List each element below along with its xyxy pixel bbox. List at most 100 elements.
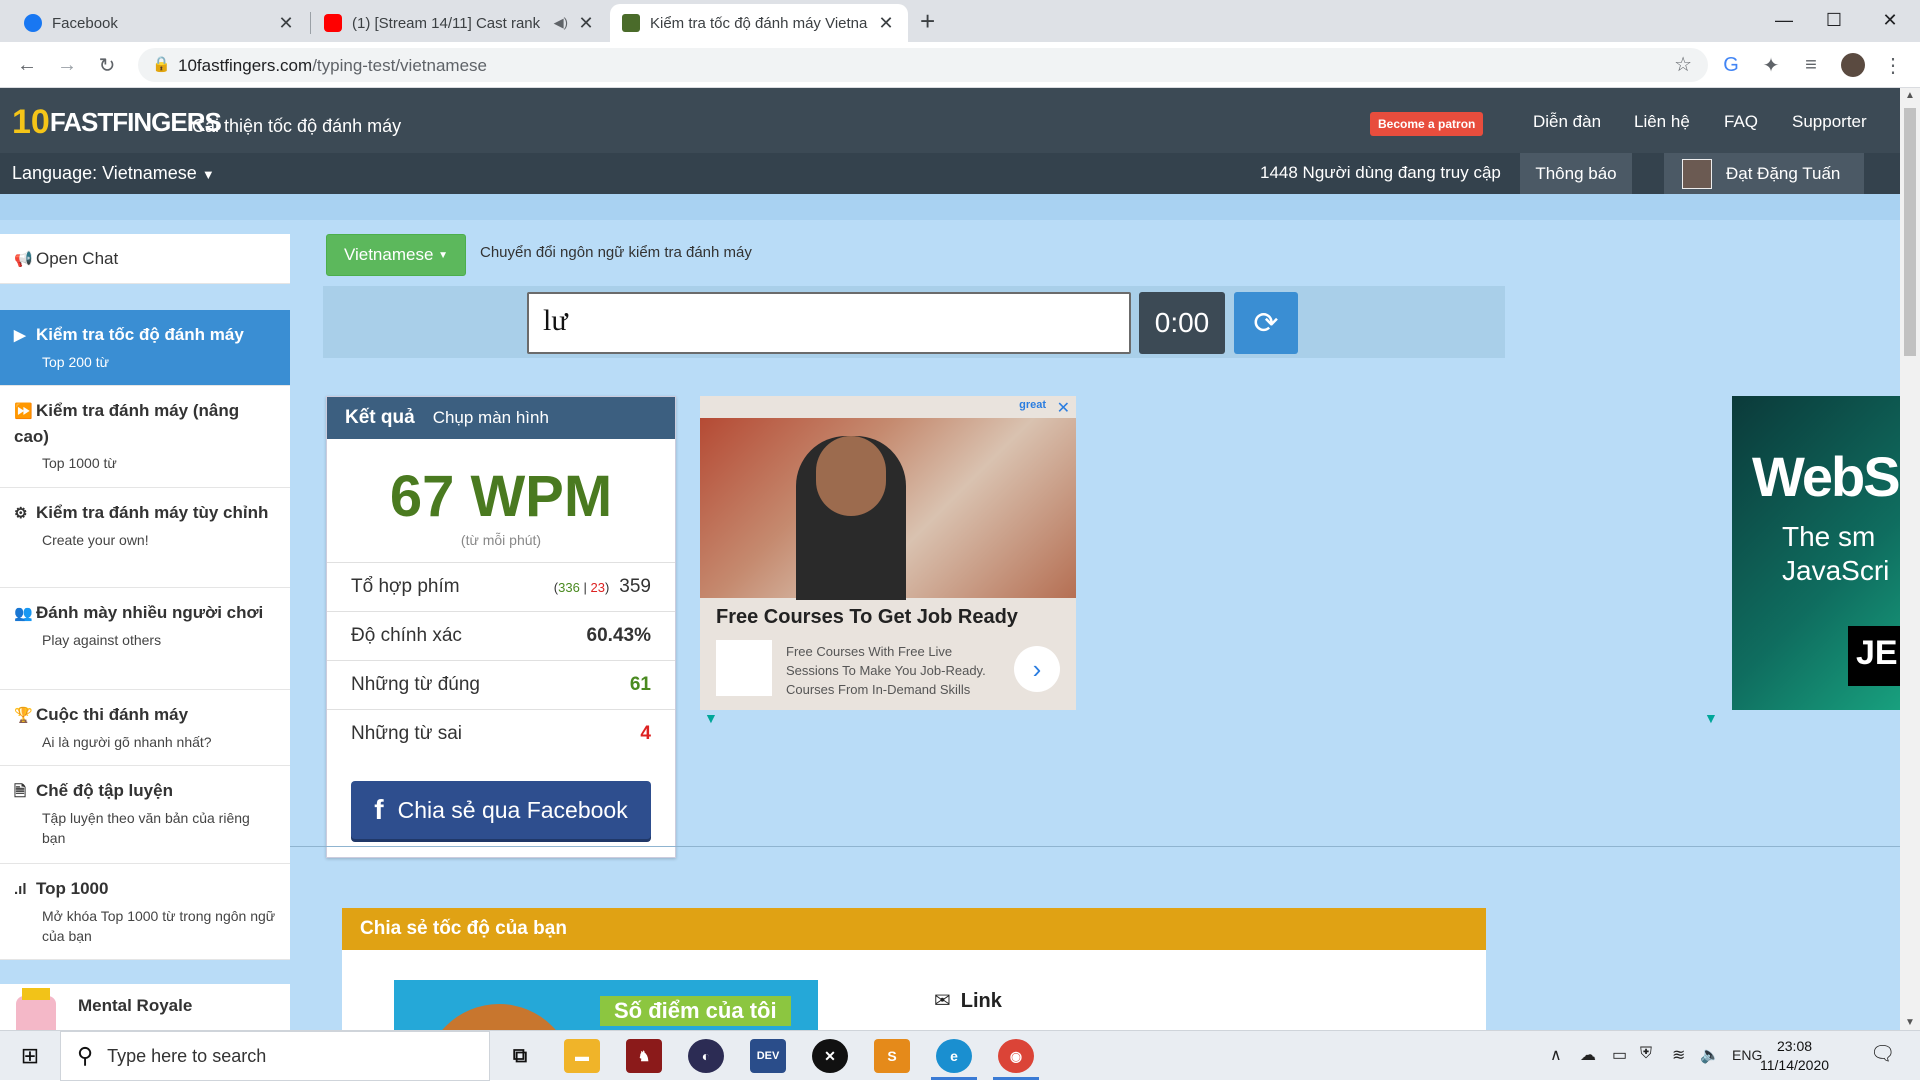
speaker-icon[interactable]: ◀) bbox=[554, 15, 568, 31]
input-language[interactable]: ENG bbox=[1732, 1047, 1762, 1063]
address-bar[interactable]: 🔒 10fastfingers.com/typing-test/vietname… bbox=[138, 48, 1708, 82]
share-link[interactable]: ✉ Link bbox=[934, 988, 1002, 1013]
accuracy-row: Độ chính xác 60.43% bbox=[327, 611, 675, 660]
chrome-icon[interactable]: ◉ bbox=[998, 1039, 1034, 1073]
avatar bbox=[1682, 158, 1712, 189]
edge-icon[interactable]: e bbox=[936, 1039, 972, 1073]
reload-icon[interactable]: ↻ bbox=[92, 50, 122, 80]
forward-icon[interactable]: → bbox=[52, 50, 82, 80]
scroll-up-icon[interactable]: ▲ bbox=[1905, 90, 1915, 101]
adchoices-icon[interactable]: ▼ bbox=[1704, 710, 1718, 726]
language-hint: Chuyển đổi ngôn ngữ kiểm tra đánh máy bbox=[480, 244, 752, 261]
results-panel: Kết quả Chụp màn hình 67 WPM (từ mỗi phú… bbox=[326, 396, 676, 858]
nav-contact[interactable]: Liên hệ bbox=[1634, 112, 1690, 132]
lock-icon[interactable]: 🔒 bbox=[152, 55, 171, 73]
taskbar-search[interactable]: ⚲ Type here to search bbox=[60, 1031, 490, 1081]
results-header: Kết quả Chụp màn hình bbox=[327, 397, 675, 439]
typing-input[interactable]: lư bbox=[527, 292, 1131, 354]
nav-supporter[interactable]: Supporter bbox=[1792, 112, 1867, 132]
chrome-menu-icon[interactable]: ⋮ bbox=[1878, 50, 1908, 80]
url-path: /typing-test/vietnamese bbox=[312, 56, 487, 75]
adchoices-icon[interactable]: ▼ bbox=[704, 710, 718, 726]
tab-youtube[interactable]: (1) [Stream 14/11] Cast rank ◀) ✕ bbox=[312, 4, 608, 42]
show-hidden-icons[interactable]: ∧ bbox=[1550, 1045, 1562, 1065]
header-stripe bbox=[0, 194, 1900, 220]
media-control-icon[interactable]: ≡ bbox=[1796, 50, 1826, 80]
language-selector[interactable]: Language: Vietnamese ▼ bbox=[12, 163, 215, 184]
app-icon-red[interactable]: ♞ bbox=[626, 1039, 662, 1073]
window-close-button[interactable]: ✕ bbox=[1862, 0, 1918, 40]
screenshot-tab[interactable]: Chụp màn hình bbox=[433, 408, 549, 428]
notifications-button[interactable]: Thông báo bbox=[1520, 153, 1632, 194]
notification-center-icon[interactable]: 🗨 bbox=[1870, 1041, 1895, 1066]
security-icon[interactable]: ⛨ bbox=[1640, 1045, 1652, 1063]
sidebar-item-advanced-test[interactable]: ⏩ Kiểm tra đánh máy (nâng cao) Top 1000 t… bbox=[0, 386, 290, 488]
scroll-down-icon[interactable]: ▼ bbox=[1905, 1017, 1915, 1028]
sidebar-item-practice[interactable]: 🗎 Chế độ tập luyện Tập luyện theo văn bản… bbox=[0, 766, 290, 864]
sidebar-item-multiplayer[interactable]: 👥 Đánh mày nhiều người chơi Play against … bbox=[0, 588, 290, 690]
caret-down-icon: ▼ bbox=[438, 249, 449, 261]
crown-character-icon bbox=[16, 988, 56, 1030]
share-facebook-button[interactable]: f Chia sẻ qua Facebook bbox=[351, 781, 651, 839]
close-icon[interactable]: ✕ bbox=[576, 13, 596, 34]
youtube-icon bbox=[324, 14, 342, 32]
battery-icon[interactable]: ▭ bbox=[1612, 1045, 1627, 1065]
eclipse-icon[interactable]: ◐ bbox=[688, 1039, 724, 1073]
bookmark-star-icon[interactable]: ☆ bbox=[1674, 52, 1692, 77]
nav-forum[interactable]: Diễn đàn bbox=[1533, 112, 1601, 132]
volume-icon[interactable]: 🔈 bbox=[1700, 1045, 1720, 1065]
windows-start-button[interactable]: ⊞ bbox=[0, 1031, 60, 1081]
results-tab[interactable]: Kết quả bbox=[345, 407, 415, 429]
language-dropdown-button[interactable]: Vietnamese ▼ bbox=[326, 234, 466, 276]
scrollbar-thumb[interactable] bbox=[1904, 108, 1916, 356]
banner-character bbox=[424, 1004, 574, 1030]
refresh-icon: ⟳ bbox=[1253, 306, 1279, 340]
advertisement-webstorm[interactable]: WebS The sm JavaScri JE bbox=[1732, 396, 1900, 710]
minimize-button[interactable]: — bbox=[1756, 0, 1812, 40]
tab-10fastfingers[interactable]: Kiểm tra tốc độ đánh máy Vietna ✕ bbox=[610, 4, 908, 42]
wpm-subtitle: (từ mỗi phút) bbox=[460, 532, 542, 548]
user-menu[interactable]: Đạt Đặng Tuấn bbox=[1664, 153, 1864, 194]
reset-button[interactable]: ⟳ bbox=[1234, 292, 1298, 354]
sidebar-item-custom-test[interactable]: ⚙ Kiểm tra đánh máy tùy chỉnh Create your… bbox=[0, 488, 290, 588]
sidebar-item-typing-test[interactable]: ▶ Kiểm tra tốc độ đánh máy Top 200 từ bbox=[0, 310, 290, 386]
open-chat-button[interactable]: 📢 Open Chat bbox=[0, 234, 290, 284]
page-scrollbar[interactable]: ▲ ▼ bbox=[1900, 88, 1920, 1030]
share-speed-panel: Chia sẻ tốc độ của bạn Số điểm của tôi ✉… bbox=[342, 908, 1486, 1030]
nav-faq[interactable]: FAQ bbox=[1724, 112, 1758, 132]
sidebar-item-top1000[interactable]: .ıl Top 1000 Mở khóa Top 1000 từ trong ng… bbox=[0, 864, 290, 960]
sublime-icon[interactable]: S bbox=[874, 1039, 910, 1073]
profile-avatar-icon[interactable] bbox=[1838, 50, 1868, 80]
search-icon: ⚲ bbox=[77, 1043, 94, 1068]
keystrokes-total: 359 bbox=[619, 576, 651, 597]
taskbar-clock[interactable]: 23:08 11/14/2020 bbox=[1760, 1037, 1829, 1075]
back-icon[interactable]: ← bbox=[12, 50, 42, 80]
great-learning-logo bbox=[716, 640, 772, 696]
task-view-icon[interactable]: ⧉ bbox=[502, 1039, 538, 1073]
envelope-icon: ✉ bbox=[934, 990, 951, 1012]
xbox-icon[interactable]: ✕ bbox=[812, 1039, 848, 1073]
new-tab-button[interactable]: + bbox=[920, 6, 935, 37]
close-icon[interactable]: ✕ bbox=[276, 13, 296, 34]
ad-close-icon[interactable]: ✕ bbox=[1057, 398, 1070, 418]
onedrive-icon[interactable]: ☁ bbox=[1580, 1045, 1596, 1065]
sidebar-item-competition[interactable]: 🏆 Cuộc thi đánh máy Ai là người gõ nhanh … bbox=[0, 690, 290, 766]
mental-royale-link[interactable]: Mental Royale bbox=[0, 984, 290, 1030]
ad-face-image bbox=[816, 436, 886, 516]
site-logo[interactable]: 10 FASTFINGERS bbox=[12, 100, 222, 144]
advertisement-courses[interactable]: great ✕ Free Courses To Get Job Ready Fr… bbox=[700, 396, 1076, 710]
translate-icon[interactable]: G bbox=[1716, 50, 1746, 80]
devcpp-icon[interactable]: DEV bbox=[750, 1039, 786, 1073]
file-explorer-icon[interactable]: ▬ bbox=[564, 1039, 600, 1073]
wifi-icon[interactable]: ≋ bbox=[1672, 1045, 1685, 1065]
become-patron-button[interactable]: Become a patron bbox=[1370, 112, 1484, 136]
maximize-button[interactable]: ☐ bbox=[1806, 0, 1862, 40]
browser-toolbar: ← → ↻ 🔒 10fastfingers.com/typing-test/vi… bbox=[0, 42, 1920, 88]
tab-facebook[interactable]: Facebook ✕ bbox=[12, 4, 308, 42]
wrong-words-value: 4 bbox=[640, 723, 651, 744]
online-users-count: 1448 Người dùng đang truy cập bbox=[1260, 163, 1501, 182]
close-icon[interactable]: ✕ bbox=[876, 13, 896, 34]
chevron-right-icon[interactable]: › bbox=[1014, 646, 1060, 692]
keystrokes-row: Tổ hợp phím (336 | 23) 359 bbox=[327, 562, 675, 611]
extensions-icon[interactable]: ✦ bbox=[1756, 50, 1786, 80]
